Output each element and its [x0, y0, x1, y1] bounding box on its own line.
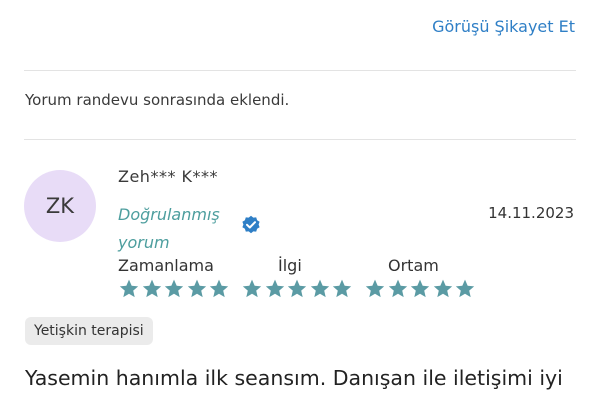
star-rating [241, 278, 354, 300]
rating-environment: Ortam [364, 256, 477, 300]
avatar-initials: ZK [45, 194, 75, 218]
star-icon [163, 278, 185, 300]
divider [24, 70, 576, 71]
star-rating [364, 278, 477, 300]
star-icon [264, 278, 286, 300]
star-icon [309, 278, 331, 300]
star-icon [432, 278, 454, 300]
rating-label: Ortam [388, 256, 439, 275]
star-icon [454, 278, 476, 300]
review-added-note: Yorum randevu sonrasında eklendi. [25, 91, 290, 109]
star-icon [331, 278, 353, 300]
avatar: ZK [24, 170, 96, 242]
previous-review-text-cropped [22, 0, 550, 6]
review-text: Yasemin hanımla ilk seansım. Danışan ile… [25, 366, 563, 390]
verified-label: Doğrulanmış yorum [118, 205, 220, 252]
divider [24, 139, 576, 140]
star-icon [387, 278, 409, 300]
star-icon [364, 278, 386, 300]
service-tag: Yetişkin terapisi [25, 317, 153, 345]
star-icon [241, 278, 263, 300]
verified-check-badge-icon [241, 215, 261, 235]
star-icon [409, 278, 431, 300]
star-icon [141, 278, 163, 300]
star-icon [286, 278, 308, 300]
star-icon [208, 278, 230, 300]
rating-label: İlgi [278, 256, 302, 275]
reviewer-name: Zeh*** K*** [118, 167, 219, 186]
rating-label: Zamanlama [118, 256, 214, 275]
star-icon [118, 278, 140, 300]
report-review-link[interactable]: Görüşü Şikayet Et [432, 17, 575, 36]
rating-timing: Zamanlama [118, 256, 231, 300]
star-rating [118, 278, 231, 300]
review-date: 14.11.2023 [488, 204, 574, 222]
rating-attention: İlgi [241, 256, 354, 300]
star-icon [186, 278, 208, 300]
